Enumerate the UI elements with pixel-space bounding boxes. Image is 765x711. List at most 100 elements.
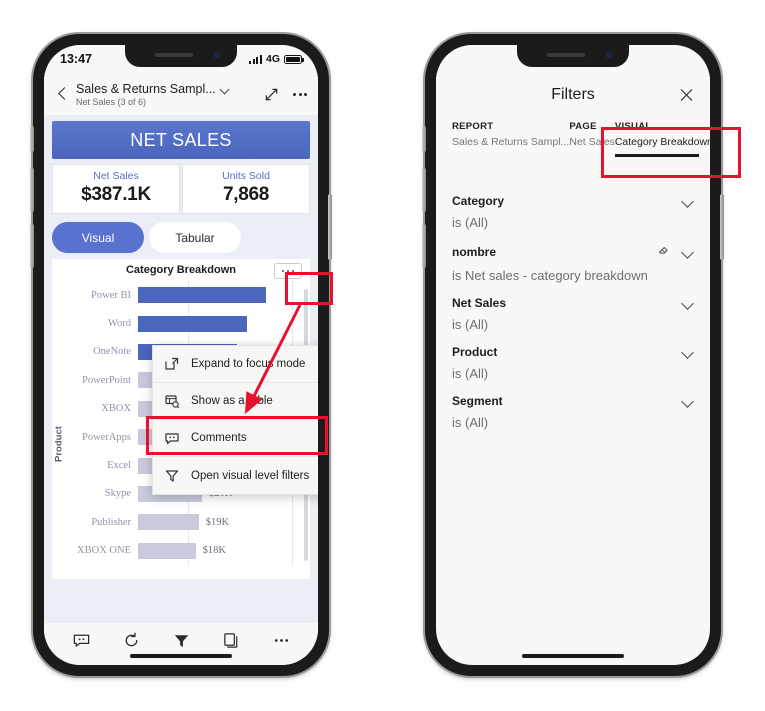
power-button[interactable] bbox=[720, 194, 724, 260]
ellipsis-icon[interactable] bbox=[293, 92, 307, 96]
filter-condition-value: is (All) bbox=[452, 366, 489, 381]
volume-down-button[interactable] bbox=[422, 224, 426, 268]
bar[interactable] bbox=[138, 514, 199, 531]
kpi-card-units-sold[interactable]: Units Sold 7,868 bbox=[182, 164, 310, 214]
eraser-icon[interactable] bbox=[657, 243, 670, 261]
visual-context-menu: Expand to focus mode Show as a table Com… bbox=[152, 345, 318, 495]
bar-track bbox=[138, 315, 294, 332]
signal-bars-icon bbox=[249, 54, 262, 64]
filter-scope-value: Category Breakdown bbox=[614, 136, 710, 148]
filter-card[interactable]: Product is (All) bbox=[452, 332, 694, 381]
bar-row[interactable]: Power BI bbox=[66, 283, 294, 307]
home-indicator bbox=[522, 654, 624, 658]
net-sales-banner: NET SALES bbox=[52, 121, 310, 159]
filter-card-header: Category bbox=[452, 194, 694, 208]
filter-list: Category is (All) nombre is Net sales - cat… bbox=[436, 181, 710, 430]
filter-scope-report[interactable]: REPORT Sales & Returns Sampl... bbox=[452, 121, 569, 157]
bar-row[interactable]: Word bbox=[66, 312, 294, 336]
right-phone-screen: Filters REPORT Sales & Returns Sampl... PA… bbox=[436, 45, 710, 665]
report-title: Sales & Returns Sampl... bbox=[76, 81, 216, 96]
bar[interactable] bbox=[138, 315, 247, 332]
status-time: 13:47 bbox=[60, 52, 92, 66]
menu-item-label: Open visual level filters bbox=[191, 469, 310, 482]
menu-item-comments[interactable]: Comments bbox=[153, 420, 318, 457]
bar-track: $18K bbox=[138, 542, 294, 559]
bar-track bbox=[138, 287, 294, 304]
filter-scope-key: VISUAL bbox=[614, 121, 652, 132]
ellipsis-icon[interactable] bbox=[272, 631, 291, 650]
kpi-card-net-sales[interactable]: Net Sales $387.1K bbox=[52, 164, 180, 214]
bar-category-label: Skype bbox=[104, 488, 131, 500]
filters-header: Filters bbox=[436, 73, 710, 117]
mute-switch[interactable] bbox=[30, 126, 34, 152]
earpiece-speaker bbox=[547, 53, 585, 57]
menu-item-show-as-table[interactable]: Show as a table bbox=[153, 383, 318, 420]
front-camera bbox=[214, 52, 220, 58]
chart-title: Category Breakdown bbox=[125, 264, 237, 276]
filter-field-name: Net Sales bbox=[452, 296, 507, 310]
header-titles: Sales & Returns Sampl... Net Sales (3 of… bbox=[76, 82, 256, 107]
bar-category-label: OneNote bbox=[93, 346, 131, 358]
chevron-left-icon[interactable] bbox=[55, 86, 71, 102]
volume-down-button[interactable] bbox=[30, 224, 34, 268]
filter-scope-value: Net Sales bbox=[569, 136, 615, 148]
funnel-filled-icon[interactable] bbox=[172, 631, 191, 650]
battery-full-icon bbox=[284, 54, 304, 64]
filter-card[interactable]: Category is (All) bbox=[452, 181, 694, 230]
kpi-label: Units Sold bbox=[222, 170, 270, 182]
left-phone-frame: 13:47 4G Sales & Returns Sampl... Net Sa… bbox=[30, 34, 332, 676]
filter-card-header: Segment bbox=[452, 394, 694, 408]
comment-icon[interactable] bbox=[72, 631, 91, 650]
bar-row[interactable]: XBOX ONE $18K bbox=[66, 539, 294, 563]
mute-switch[interactable] bbox=[422, 126, 426, 152]
pages-icon[interactable] bbox=[222, 631, 241, 650]
chevron-down-icon[interactable] bbox=[682, 197, 694, 205]
page-title: Filters bbox=[551, 86, 595, 103]
filter-card[interactable]: nombre is Net sales - category breakdown bbox=[452, 230, 694, 283]
filter-scope-visual[interactable]: VISUAL Category Breakdown bbox=[614, 121, 710, 157]
visual-more-options-button[interactable] bbox=[274, 263, 302, 279]
bar-category-label: PowerApps bbox=[82, 431, 131, 443]
comment-icon bbox=[164, 430, 180, 446]
funnel-icon bbox=[164, 468, 180, 484]
menu-item-label: Show as a table bbox=[191, 395, 273, 407]
filter-card[interactable]: Net Sales is (All) bbox=[452, 283, 694, 332]
filter-scope-key: REPORT bbox=[452, 121, 494, 132]
expand-diagonal-icon[interactable] bbox=[264, 87, 279, 102]
bar-row[interactable]: Publisher $19K bbox=[66, 510, 294, 534]
active-scope-underline bbox=[614, 154, 700, 157]
menu-item-label: Expand to focus mode bbox=[191, 358, 306, 370]
view-toggle: Visual Tabular bbox=[52, 222, 310, 253]
bar[interactable] bbox=[138, 542, 196, 559]
filter-scope-page[interactable]: PAGE Net Sales bbox=[569, 121, 615, 157]
filter-card[interactable]: Segment is (All) bbox=[452, 381, 694, 430]
phone-notch bbox=[517, 45, 629, 67]
filter-scope-tabs: REPORT Sales & Returns Sampl... PAGE Net Sa… bbox=[436, 121, 710, 157]
volume-up-button[interactable] bbox=[30, 168, 34, 212]
home-indicator bbox=[130, 654, 232, 658]
chevron-down-icon[interactable] bbox=[682, 397, 694, 405]
bar[interactable] bbox=[138, 287, 266, 304]
refresh-icon[interactable] bbox=[122, 631, 141, 650]
expand-focus-icon bbox=[164, 356, 180, 372]
filter-condition-value: is (All) bbox=[452, 415, 489, 430]
chevron-down-icon[interactable] bbox=[682, 248, 694, 256]
chevron-down-icon[interactable] bbox=[682, 348, 694, 356]
toggle-tabular[interactable]: Tabular bbox=[149, 222, 241, 253]
volume-up-button[interactable] bbox=[422, 168, 426, 212]
front-camera bbox=[606, 52, 612, 58]
menu-item-expand-focus[interactable]: Expand to focus mode bbox=[153, 346, 318, 383]
bar-category-label: Publisher bbox=[91, 516, 131, 528]
report-page-subtitle: Net Sales (3 of 6) bbox=[76, 96, 147, 107]
chevron-down-icon[interactable] bbox=[682, 299, 694, 307]
menu-item-open-visual-level-filters[interactable]: Open visual level filters bbox=[153, 457, 318, 494]
left-phone-screen: 13:47 4G Sales & Returns Sampl... Net Sa… bbox=[44, 45, 318, 665]
bar-category-label: Power BI bbox=[91, 289, 131, 301]
power-button[interactable] bbox=[328, 194, 332, 260]
phone-notch bbox=[125, 45, 237, 67]
filter-condition-value: is (All) bbox=[452, 317, 489, 332]
filter-field-name: nombre bbox=[452, 245, 497, 259]
chevron-down-icon[interactable] bbox=[221, 86, 230, 92]
toggle-visual[interactable]: Visual bbox=[52, 222, 144, 253]
close-icon[interactable] bbox=[679, 88, 694, 103]
